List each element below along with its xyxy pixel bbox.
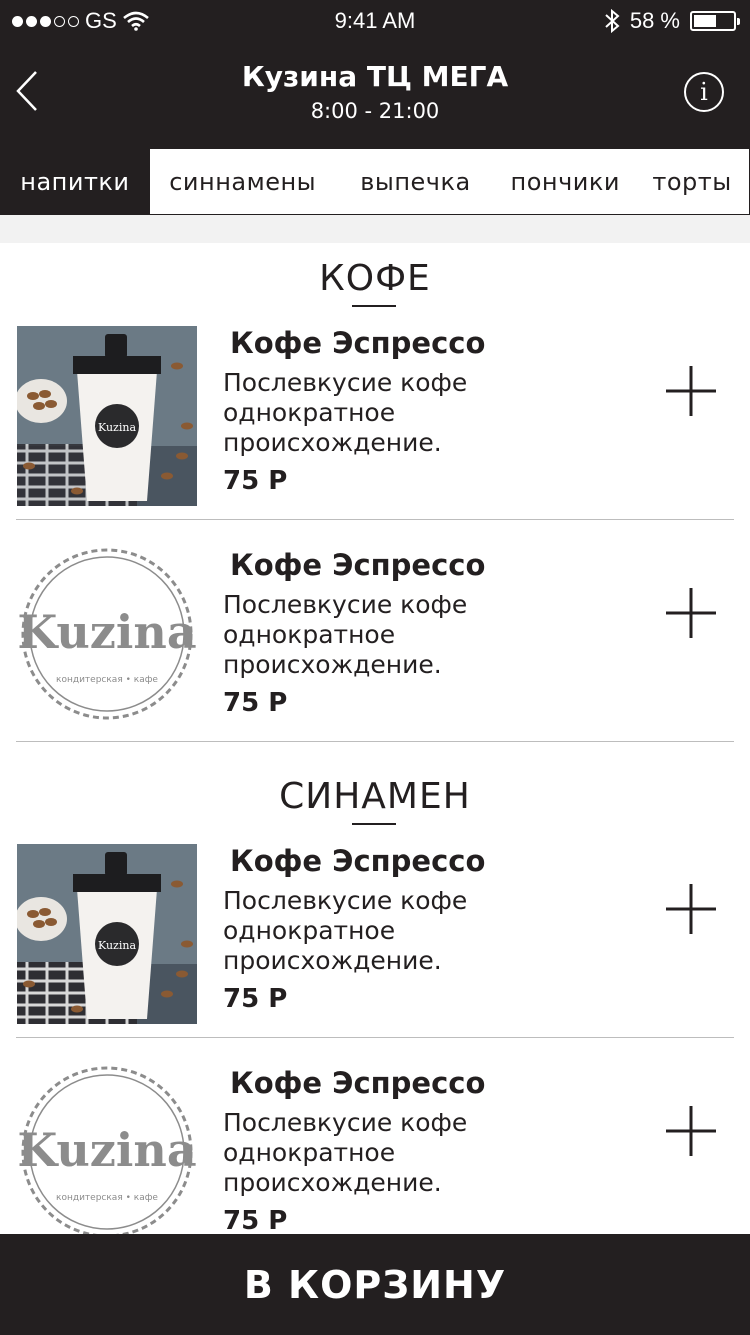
item-name: Кофе Эспрессо [230, 844, 486, 878]
status-bar: GS 9:41 AM 58 % [0, 0, 750, 40]
status-right: 58 % [604, 8, 740, 34]
section-title-cinnamon: СИНАМЕН [279, 776, 471, 817]
item-description: Послевкусие кофе однократное происхожден… [223, 590, 468, 679]
cup-wordmark: Kuzina [98, 421, 136, 434]
app-header: GS 9:41 AM 58 % Кузина ТЦ МЕГА 8:00 - 21… [0, 0, 750, 148]
add-to-cart-button[interactable]: В КОРЗИНУ [0, 1234, 750, 1335]
item-price: 75 Р [223, 688, 288, 718]
item-description: Послевкусие кофе однократное происхожден… [223, 1108, 468, 1197]
battery-icon [690, 11, 740, 31]
item-description: Послевкусие кофе однократное происхожден… [223, 886, 468, 975]
tab-donuts[interactable]: пончики [495, 149, 635, 215]
kuzina-logo: Kuzina кондитерская • кафе [17, 548, 197, 728]
cup-wordmark: Kuzina [98, 939, 136, 952]
item-name: Кофе Эспрессо [230, 548, 486, 582]
kuzina-logo: Kuzina кондитерская • кафе [17, 1066, 197, 1246]
header-title-block: Кузина ТЦ МЕГА 8:00 - 21:00 [0, 60, 750, 123]
battery-percent: 58 % [629, 8, 680, 33]
section-underline [352, 305, 396, 307]
item-divider [16, 741, 734, 742]
item-name: Кофе Эспрессо [230, 1066, 486, 1100]
opening-hours: 8:00 - 21:00 [310, 99, 440, 123]
add-to-cart-plus-icon[interactable] [664, 1104, 718, 1158]
item-name: Кофе Эспрессо [230, 326, 486, 360]
add-to-cart-plus-icon[interactable] [664, 882, 718, 936]
item-price: 75 Р [223, 466, 288, 496]
tab-cakes[interactable]: торты [635, 149, 749, 215]
menu-item: Kuzina Кофе Эспрессо Послевкусие кофе од… [16, 326, 734, 536]
tab-cinnamons[interactable]: синнамены [150, 149, 336, 215]
info-icon[interactable]: i [684, 72, 724, 112]
bluetooth-icon [605, 9, 620, 33]
logo-tagline: кондитерская • кафе [56, 1193, 158, 1203]
menu-item: Kuzina кондитерская • кафе Кофе Эспрессо… [16, 548, 734, 758]
coffee-cup-photo: Kuzina [17, 326, 197, 506]
category-tabs: напитки синнамены выпечка пончики торты [0, 148, 750, 215]
logo-wordmark: Kuzina [17, 605, 196, 659]
tab-pastry[interactable]: выпечка [336, 149, 496, 215]
item-divider [16, 519, 734, 520]
item-price: 75 Р [223, 1206, 288, 1236]
page-title: Кузина ТЦ МЕГА [241, 60, 509, 93]
item-description: Послевкусие кофе однократное происхожден… [223, 368, 468, 457]
tab-drinks[interactable]: напитки [0, 149, 150, 215]
coffee-cup-photo: Kuzina [17, 844, 197, 1024]
section-underline [352, 823, 396, 825]
add-to-cart-plus-icon[interactable] [664, 586, 718, 640]
menu-item: Kuzina Кофе Эспрессо Послевкусие кофе од… [16, 844, 734, 1054]
section-title-coffee: КОФЕ [319, 258, 431, 299]
logo-wordmark: Kuzina [17, 1123, 196, 1177]
add-to-cart-plus-icon[interactable] [664, 364, 718, 418]
item-price: 75 Р [223, 984, 288, 1014]
item-divider [16, 1037, 734, 1038]
logo-tagline: кондитерская • кафе [56, 675, 158, 685]
tabs-separator [0, 215, 750, 243]
